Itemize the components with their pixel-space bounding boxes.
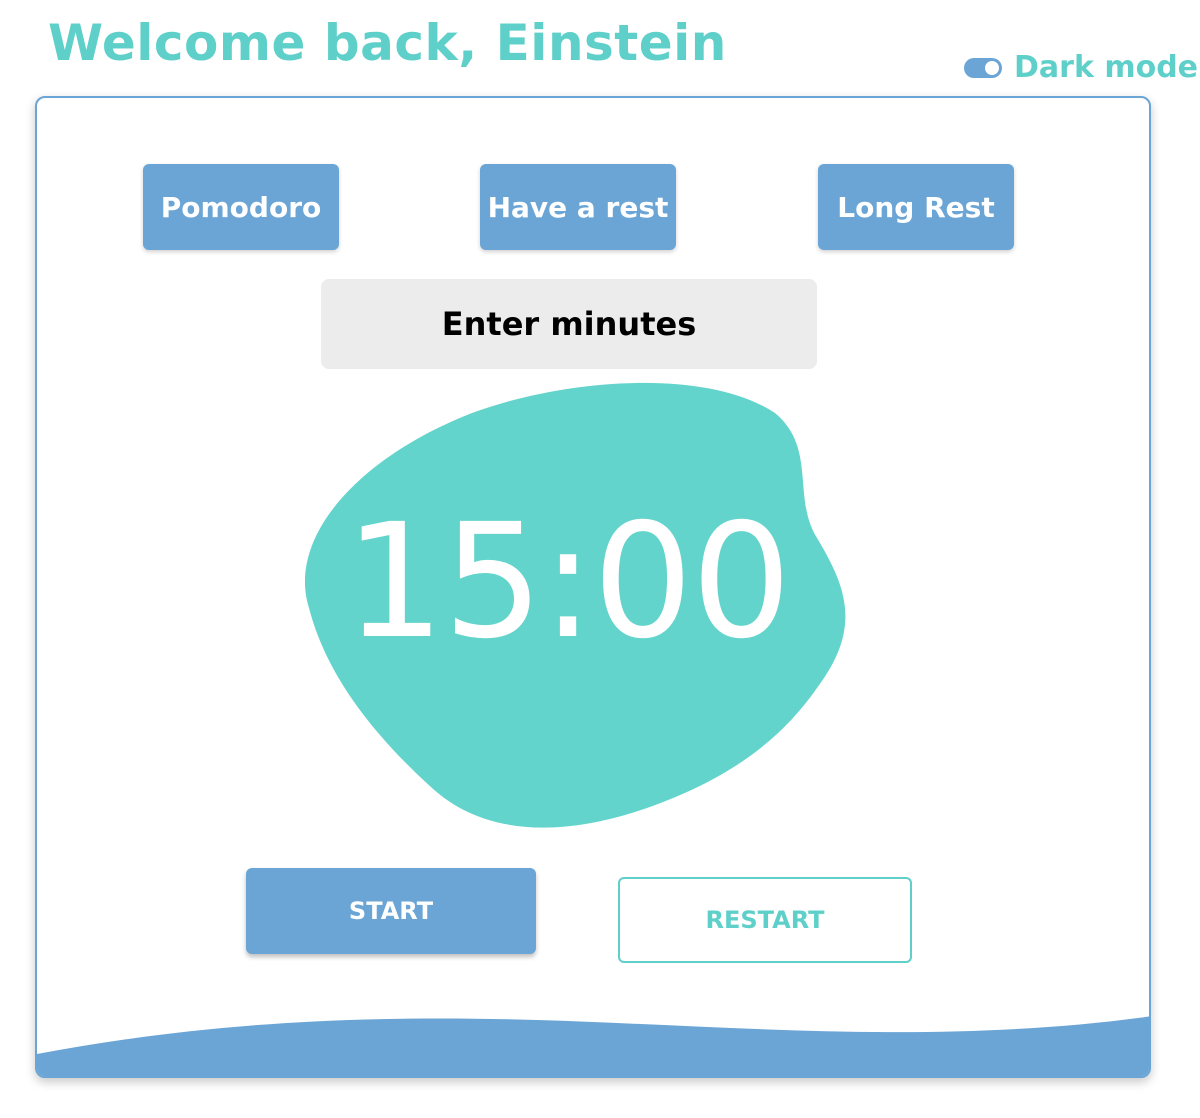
minutes-input[interactable]	[321, 279, 817, 369]
footer-wave	[37, 1016, 1149, 1076]
restart-button[interactable]: RESTART	[618, 877, 912, 963]
timer-card: Pomodoro Have a rest Long Rest 15:00 STA…	[35, 96, 1151, 1078]
dark-mode-label: Dark mode	[1014, 50, 1199, 85]
timer-display: 15:00	[344, 490, 791, 674]
toggle-knob	[985, 60, 999, 75]
welcome-heading: Welcome back, Einstein	[48, 14, 727, 72]
long-rest-button[interactable]: Long Rest	[818, 164, 1014, 250]
pomodoro-button[interactable]: Pomodoro	[143, 164, 339, 250]
dark-mode-toggle[interactable]: Dark mode	[964, 50, 1198, 85]
pomodoro-page: Welcome back, Einstein Dark mode Pomodor…	[0, 0, 1200, 1118]
start-button[interactable]: START	[246, 868, 536, 954]
toggle-switch-icon[interactable]	[964, 57, 1002, 78]
have-a-rest-button[interactable]: Have a rest	[480, 164, 676, 250]
